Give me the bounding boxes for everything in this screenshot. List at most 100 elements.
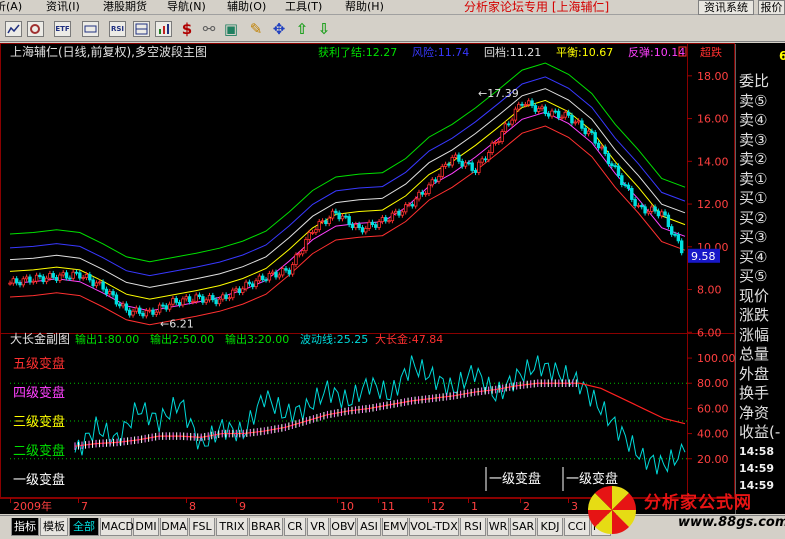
side-item-buy2: 买②: [739, 209, 768, 227]
chart-canvas[interactable]: 上海辅仁(日线,前复权),多空波段主图 获利了结:12.27 风险:11.74 回档:…: [0, 43, 735, 514]
candle-body-184: [620, 175, 624, 186]
candle-body-96: [327, 217, 331, 225]
menu-item-info[interactable]: 资讯(I): [46, 0, 80, 15]
candle-body-101: [344, 215, 348, 218]
candle-body-102: [347, 216, 351, 225]
tab-trix[interactable]: TRIX: [216, 518, 248, 536]
side-item-sell5: 卖⑤: [739, 92, 768, 110]
candle-body-14: [54, 277, 59, 281]
tab-indicators[interactable]: 指标: [11, 518, 39, 536]
down-arrow-icon[interactable]: ⇩: [315, 19, 333, 39]
candle-body-41: [144, 310, 149, 317]
side-item-sell4: 卖④: [739, 111, 768, 129]
x-tick-8: 2: [523, 500, 530, 513]
menu-item-tools[interactable]: 工具(T): [285, 0, 322, 15]
candle-body-47: [164, 305, 168, 310]
candle-body-192: [646, 210, 651, 214]
candle-body-6: [28, 276, 32, 283]
window-icon[interactable]: ▣: [222, 19, 240, 39]
tab-rsi[interactable]: RSI: [460, 518, 486, 536]
band-pullback: [9, 88, 686, 288]
rsi-icon[interactable]: RSI: [109, 21, 126, 37]
tab-vol-tdx[interactable]: VOL-TDX: [409, 518, 459, 536]
tab-sar[interactable]: SAR: [510, 518, 536, 536]
tab-templates[interactable]: 模板: [40, 518, 68, 536]
x-tick-5: 11: [381, 500, 395, 513]
up-arrow-icon[interactable]: ⇧: [293, 19, 311, 39]
tab-all[interactable]: 全部: [69, 518, 99, 536]
high-price-label: ←17.39: [478, 87, 519, 100]
main-y-tick-1: 16.00: [697, 113, 729, 126]
table-icon[interactable]: [133, 21, 150, 37]
tab-emv[interactable]: EMV: [382, 518, 408, 536]
candle-body-104: [354, 223, 358, 229]
x-tick-3: 9: [239, 500, 246, 513]
candle-body-53: [184, 296, 188, 300]
menu-item-help[interactable]: 帮助(H): [345, 0, 384, 15]
candle-body-95: [324, 220, 328, 225]
tab-macd[interactable]: MACD: [100, 518, 134, 536]
main-indicator-2: 回档:11.21: [484, 45, 541, 59]
candle-body-31: [111, 291, 115, 296]
tab-dmi[interactable]: DMI: [133, 518, 159, 536]
candle-body-44: [154, 311, 159, 315]
side-item-buy3: 买③: [739, 228, 768, 246]
menu-item-assist[interactable]: 辅助(O): [227, 0, 266, 15]
tab-fsl[interactable]: FSL: [189, 518, 215, 536]
x-tick-9: 3: [571, 500, 578, 513]
candle-body-64: [221, 294, 225, 300]
candle-body-61: [211, 295, 215, 301]
candle-body-93: [317, 221, 321, 231]
gear-icon[interactable]: [27, 21, 44, 37]
tab-asi[interactable]: ASI: [357, 518, 381, 536]
info-system-button[interactable]: 资讯系统: [698, 0, 754, 15]
main-indicator-3: 平衡:10.67: [556, 46, 613, 59]
side-item-price: 现价: [739, 287, 770, 305]
candle-body-157: [530, 100, 534, 106]
quote-button[interactable]: 报价: [758, 0, 785, 15]
tab-cr[interactable]: CR: [284, 518, 306, 536]
band-risk: [9, 76, 686, 277]
tab-brar[interactable]: BRAR: [249, 518, 283, 536]
candle-body-70: [241, 288, 245, 293]
tab-kdj[interactable]: KDJ: [537, 518, 563, 536]
candle-body-78: [267, 273, 272, 281]
menu-item-navigate[interactable]: 导航(N): [167, 0, 206, 15]
candle-body-158: [533, 105, 538, 112]
candle-body-109: [370, 221, 375, 226]
candle-body-125: [423, 193, 428, 195]
candle-body-185: [623, 184, 627, 187]
dollar-icon[interactable]: $: [178, 19, 196, 39]
tab-dma[interactable]: DMA: [160, 518, 188, 536]
move-icon[interactable]: ✥: [270, 19, 288, 39]
side-item-sell3: 卖③: [739, 131, 768, 149]
candle-body-140: [473, 170, 478, 173]
watermark: 分析家公式网 www.88gs.com: [580, 482, 785, 539]
candle-body-195: [656, 210, 661, 217]
ruler-icon[interactable]: [82, 21, 99, 37]
candle-body-193: [650, 206, 654, 212]
tab-vr[interactable]: VR: [307, 518, 329, 536]
tab-obv[interactable]: OBV: [330, 518, 356, 536]
tab-wr[interactable]: WR: [487, 518, 509, 536]
candle-body-65: [224, 294, 228, 299]
candle-body-105: [357, 223, 361, 229]
link-icon[interactable]: ⚯: [200, 19, 218, 39]
candle-body-51: [177, 302, 182, 306]
candle-body-196: [660, 211, 664, 217]
graph-icon[interactable]: [5, 21, 22, 37]
candle-body-7: [31, 280, 35, 283]
candle-body-113: [384, 217, 388, 222]
candle-body-46: [161, 304, 165, 307]
menu-item-analysis[interactable]: 析(A): [0, 0, 22, 15]
main-indicator-1: 风险:11.74: [412, 45, 469, 59]
menu-item-hk-futures[interactable]: 港股期货: [103, 0, 147, 15]
candle-body-150: [507, 123, 511, 126]
candle-body-180: [606, 153, 611, 165]
candle-body-92: [314, 229, 318, 233]
chart-icon[interactable]: [155, 21, 172, 37]
pencil-icon[interactable]: ✎: [247, 19, 265, 39]
etf-icon[interactable]: ETF: [54, 21, 71, 37]
candle-body-90: [307, 231, 311, 240]
sub-indicator-2: 输出3:20.00: [225, 332, 289, 346]
